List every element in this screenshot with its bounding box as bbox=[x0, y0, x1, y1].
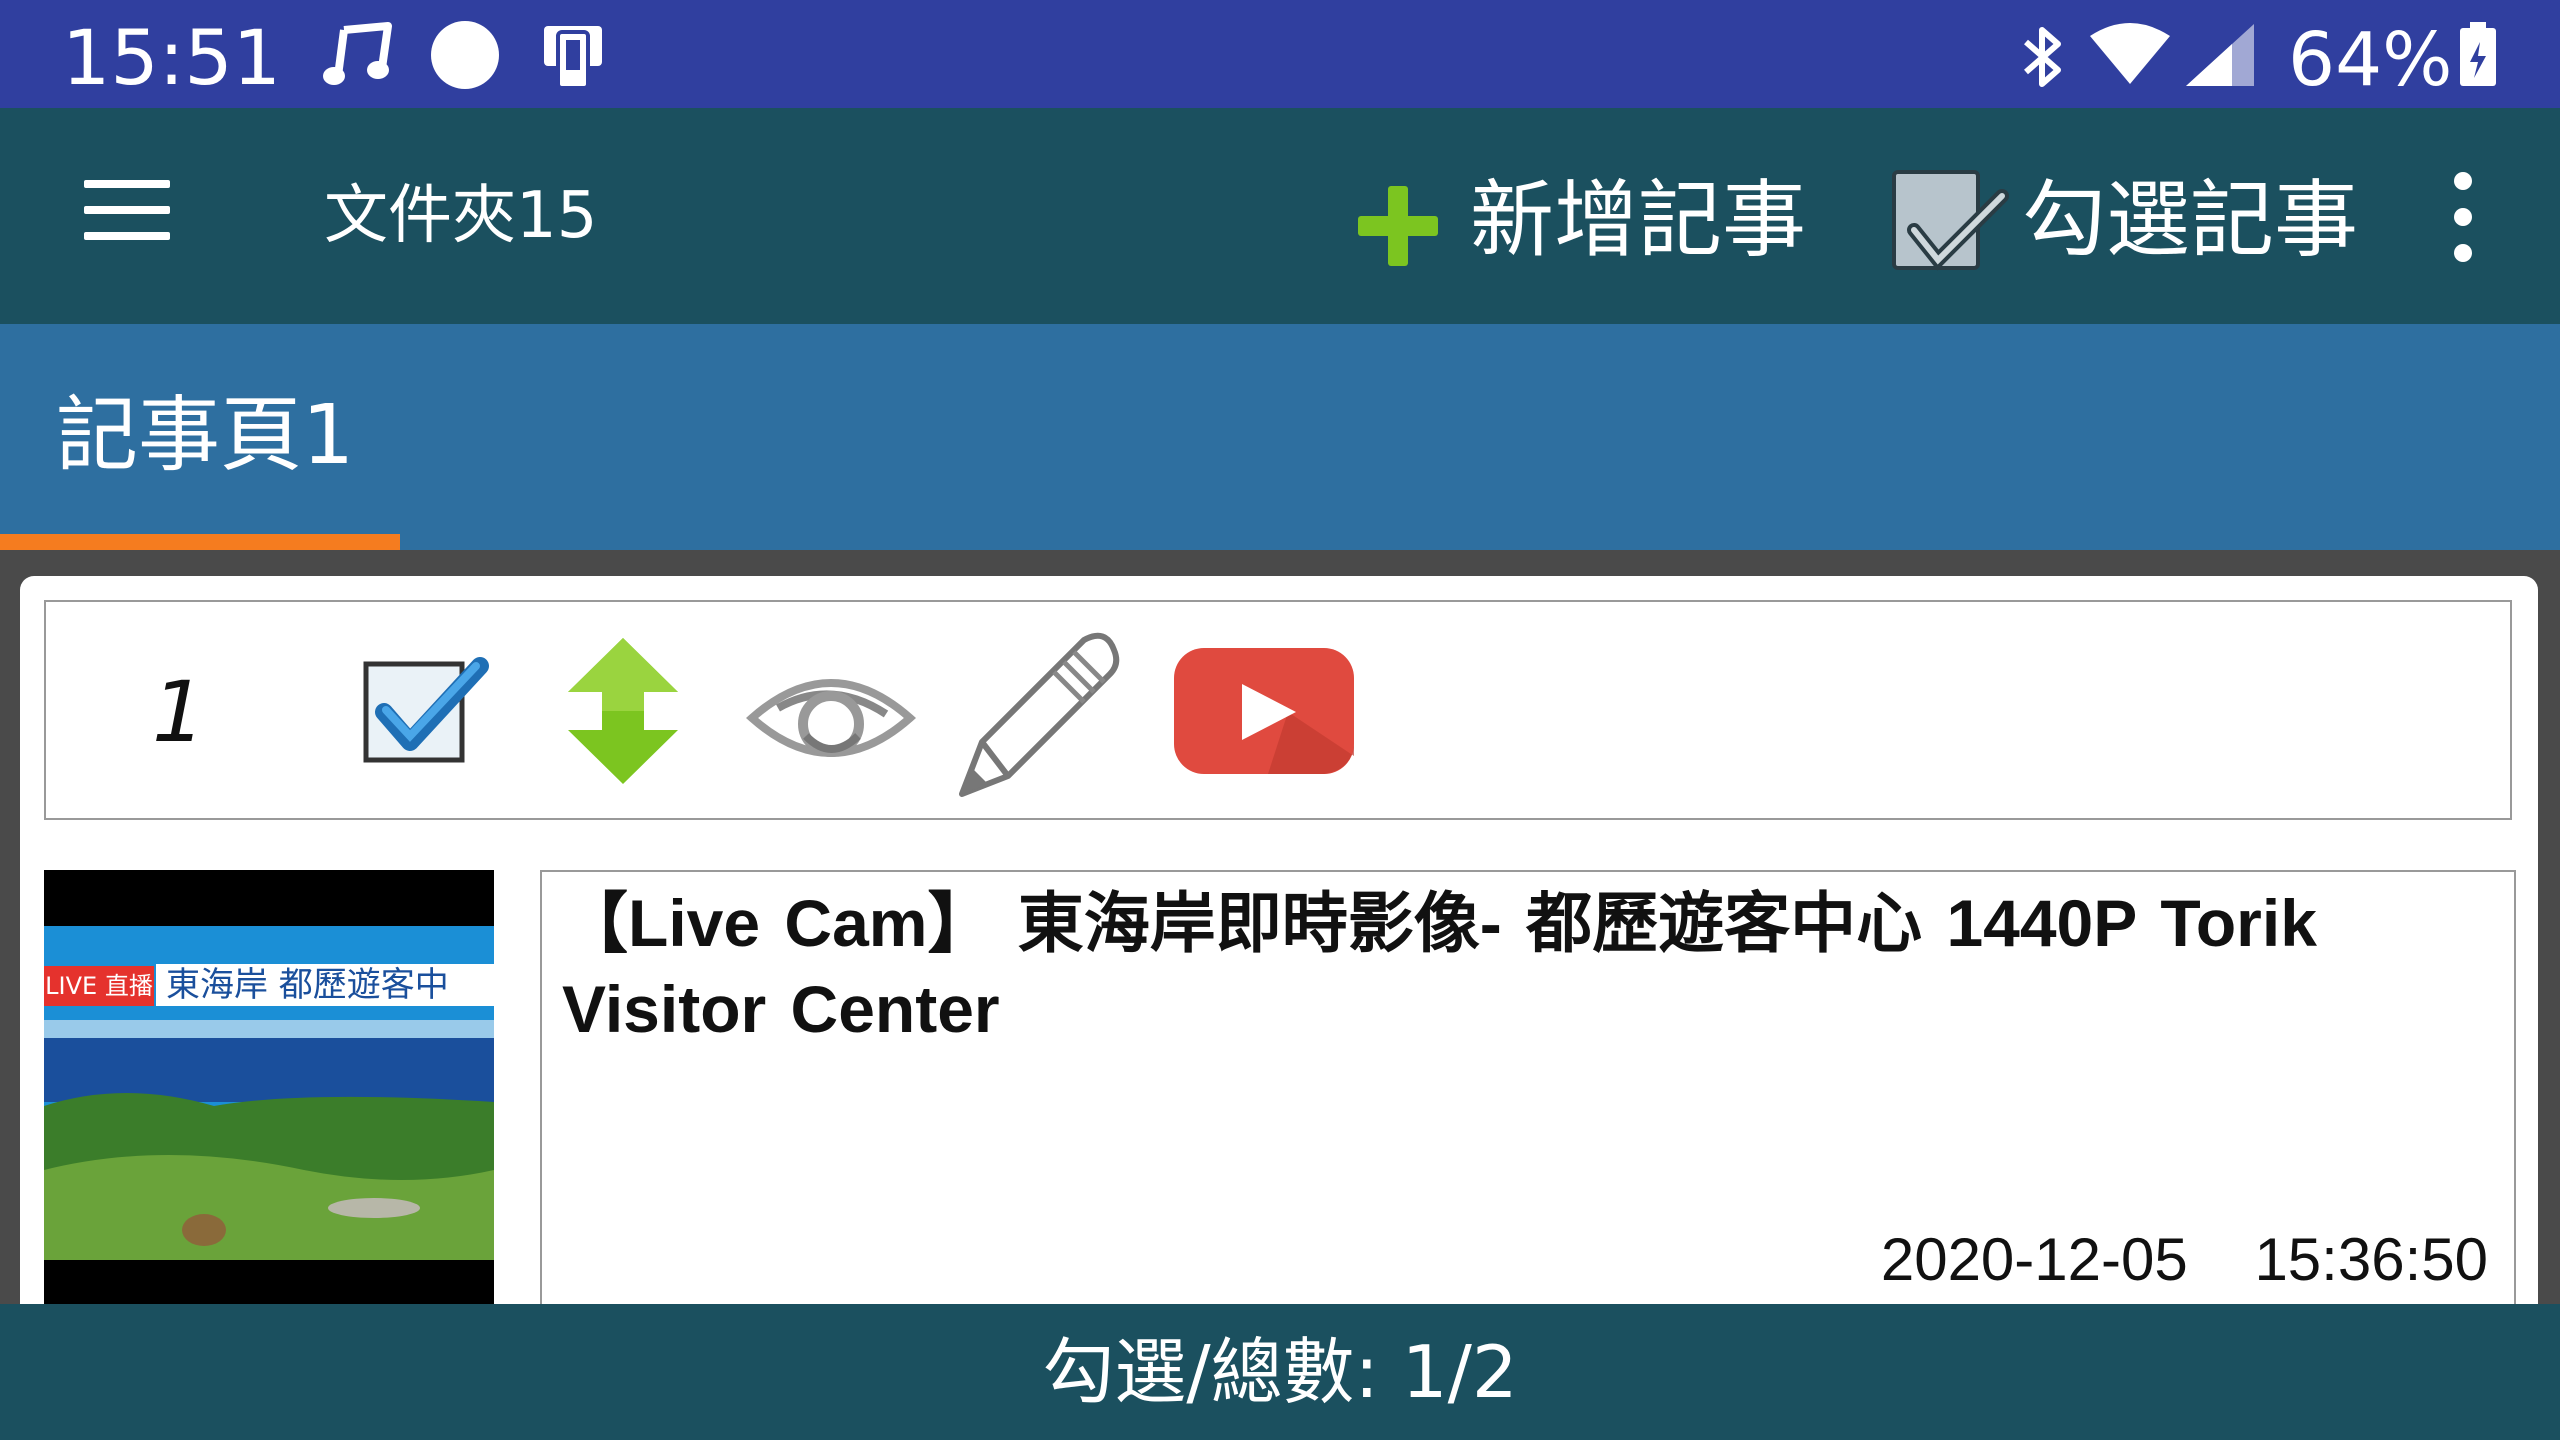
note-time: 15:36:50 bbox=[2254, 1226, 2488, 1293]
bottom-bar: 勾選/總數: 1/2 bbox=[0, 1304, 2560, 1440]
video-thumbnail[interactable]: LIVE 直播 東海岸 都歷遊客中 bbox=[44, 870, 494, 1350]
checkbox-icon bbox=[1892, 170, 2009, 271]
selection-count: 勾選/總數: 1/2 bbox=[1042, 1330, 1518, 1414]
device-icon bbox=[544, 26, 602, 88]
thumbnail-caption: 東海岸 都歷遊客中 bbox=[156, 964, 494, 1006]
edit-pencil-icon[interactable] bbox=[954, 622, 1124, 802]
note-toolbar: 1 bbox=[44, 600, 2512, 820]
view-eye-icon[interactable] bbox=[746, 658, 916, 768]
thumbnail-live-badge: LIVE 直播 bbox=[44, 966, 154, 1006]
note-index: 1 bbox=[152, 663, 206, 761]
note-item: 1 LIVE 直播 東海岸 都歷遊客中 【Live Cam】 東海岸即時影像- … bbox=[20, 576, 2538, 1350]
add-note-label: 新增記事 bbox=[1470, 171, 1807, 269]
note-date: 2020-12-05 bbox=[1880, 1226, 2188, 1293]
wifi-icon bbox=[2090, 23, 2170, 84]
youtube-play-icon[interactable] bbox=[1172, 646, 1356, 776]
tab-page-1[interactable]: 記事頁1 bbox=[0, 324, 400, 550]
cell-signal-icon bbox=[2186, 24, 2254, 86]
status-time: 15:51 bbox=[62, 13, 282, 102]
circle-notification-icon bbox=[431, 21, 499, 89]
note-body[interactable]: 【Live Cam】 東海岸即時影像- 都歷遊客中心 1440P Torik V… bbox=[540, 870, 2516, 1350]
bluetooth-icon bbox=[2024, 27, 2061, 87]
tab-label: 記事頁1 bbox=[56, 388, 355, 483]
app-bar: 文件夾15 新增記事 勾選記事 bbox=[0, 108, 2560, 324]
status-bar: 15:51 64% bbox=[0, 0, 2560, 108]
plus-icon bbox=[1358, 186, 1438, 266]
battery-percent: 64% bbox=[2288, 17, 2453, 103]
move-updown-icon[interactable] bbox=[558, 636, 688, 786]
note-datetime: 2020-12-05 15:36:50 bbox=[1881, 1220, 2488, 1300]
tab-bar: 記事頁1 bbox=[0, 324, 2560, 550]
folder-title: 文件夾15 bbox=[324, 179, 598, 253]
tab-selected-indicator bbox=[0, 534, 400, 550]
select-notes-label: 勾選記事 bbox=[2022, 171, 2359, 269]
thumbnail-image bbox=[44, 870, 494, 1350]
music-note-icon bbox=[323, 22, 392, 85]
battery-charging-icon bbox=[2460, 22, 2496, 86]
menu-icon[interactable] bbox=[70, 172, 190, 262]
overflow-menu-icon[interactable] bbox=[2430, 168, 2490, 268]
checkbox-checked-icon[interactable] bbox=[362, 650, 492, 766]
note-title: 【Live Cam】 東海岸即時影像- 都歷遊客中心 1440P Torik V… bbox=[562, 886, 2317, 1046]
note-list: 1 LIVE 直播 東海岸 都歷遊客中 【Live Cam】 東海岸即時影像- … bbox=[0, 550, 2560, 1350]
